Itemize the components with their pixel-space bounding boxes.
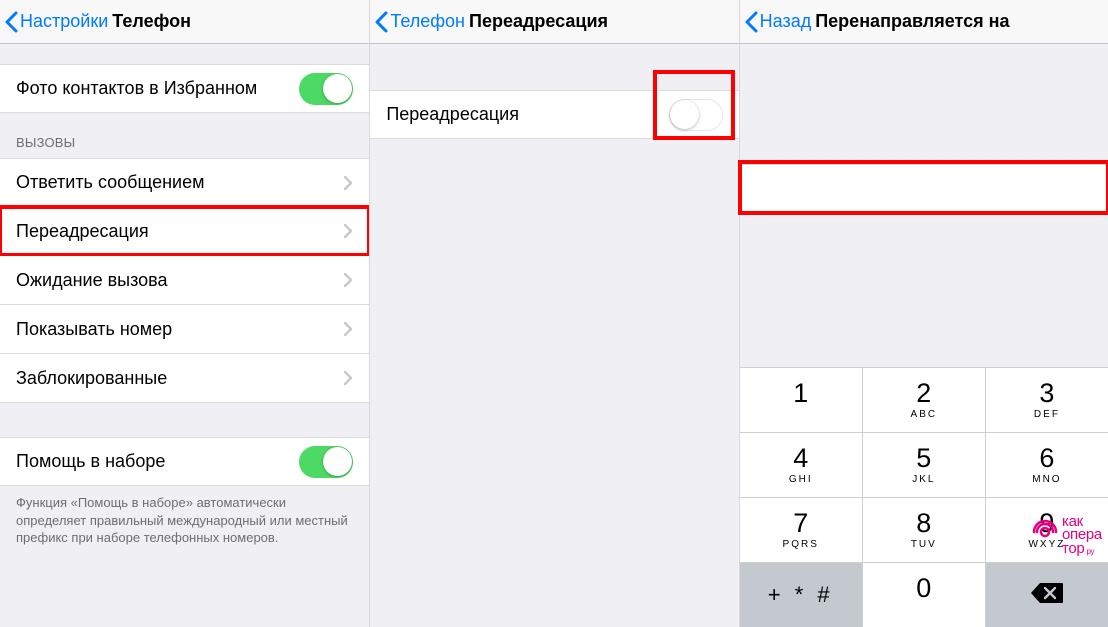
back-button[interactable]: Телефон — [370, 11, 465, 33]
back-button[interactable]: Настройки — [0, 11, 108, 33]
call-waiting-row[interactable]: Ожидание вызова — [0, 256, 369, 305]
back-label: Назад — [760, 11, 812, 32]
screen-call-forwarding: Телефон Переадресация Переадресация — [369, 0, 738, 627]
key-2[interactable]: 2ABC — [863, 367, 986, 432]
chevron-right-icon — [343, 223, 353, 239]
chevron-right-icon — [343, 321, 353, 337]
chevron-left-icon — [4, 11, 18, 33]
chevron-right-icon — [343, 272, 353, 288]
key-5[interactable]: 5JKL — [863, 432, 986, 497]
screen-forward-to: Назад Перенаправляется на 1 2ABC 3DEF 4G… — [739, 0, 1108, 627]
chevron-left-icon — [374, 11, 388, 33]
chevron-left-icon — [744, 11, 758, 33]
numeric-keypad: 1 2ABC 3DEF 4GHI 5JKL 6MNO 7PQRS 8TUV 9W… — [740, 367, 1108, 627]
key-4[interactable]: 4GHI — [740, 432, 863, 497]
key-1[interactable]: 1 — [740, 367, 863, 432]
back-label: Телефон — [390, 11, 465, 32]
page-title: Перенаправляется на — [815, 11, 1009, 32]
photo-contacts-row[interactable]: Фото контактов в Избранном — [0, 64, 369, 113]
watermark-line3: тор — [1062, 542, 1085, 556]
row-label: Заблокированные — [16, 368, 343, 389]
navbar: Назад Перенаправляется на — [740, 0, 1108, 44]
respond-with-text-row[interactable]: Ответить сообщением — [0, 158, 369, 207]
row-label: Переадресация — [16, 221, 343, 242]
back-button[interactable]: Назад — [740, 11, 812, 33]
blocked-row[interactable]: Заблокированные — [0, 354, 369, 403]
calls-section-header: ВЫЗОВЫ — [0, 113, 369, 158]
page-title: Телефон — [112, 11, 191, 32]
key-8[interactable]: 8TUV — [863, 497, 986, 562]
screen-phone-settings: Настройки Телефон Фото контактов в Избра… — [0, 0, 369, 627]
show-my-caller-id-row[interactable]: Показывать номер — [0, 305, 369, 354]
row-label: Показывать номер — [16, 319, 343, 340]
key-6[interactable]: 6MNO — [986, 432, 1108, 497]
chevron-right-icon — [343, 175, 353, 191]
row-label: Ожидание вызова — [16, 270, 343, 291]
key-symbols[interactable]: + * # — [740, 562, 863, 627]
chevron-right-icon — [343, 370, 353, 386]
key-0[interactable]: 0 — [863, 562, 986, 627]
forward-number-input[interactable] — [740, 164, 1108, 213]
back-label: Настройки — [20, 11, 108, 32]
photo-contacts-switch[interactable] — [299, 73, 353, 105]
page-title: Переадресация — [469, 11, 608, 32]
key-3[interactable]: 3DEF — [986, 367, 1108, 432]
backspace-icon — [1030, 581, 1064, 610]
forwarding-toggle-row[interactable]: Переадресация — [370, 90, 738, 139]
key-7[interactable]: 7PQRS — [740, 497, 863, 562]
key-backspace[interactable] — [986, 562, 1108, 627]
row-label: Ответить сообщением — [16, 172, 343, 193]
photo-contacts-label: Фото контактов в Избранном — [16, 78, 299, 99]
watermark-sub: ру — [1086, 548, 1094, 555]
dial-assist-switch[interactable] — [299, 446, 353, 478]
navbar: Настройки Телефон — [0, 0, 369, 44]
call-forwarding-row[interactable]: Переадресация — [0, 207, 369, 256]
watermark-icon — [1032, 519, 1058, 550]
navbar: Телефон Переадресация — [370, 0, 738, 44]
forwarding-switch[interactable] — [669, 99, 723, 131]
dial-assist-row[interactable]: Помощь в наборе — [0, 437, 369, 486]
dial-assist-footer: Функция «Помощь в наборе» автоматически … — [0, 486, 369, 547]
dial-assist-label: Помощь в наборе — [16, 451, 299, 472]
watermark: как опера тор ру — [1032, 515, 1102, 556]
forwarding-label: Переадресация — [386, 104, 668, 125]
